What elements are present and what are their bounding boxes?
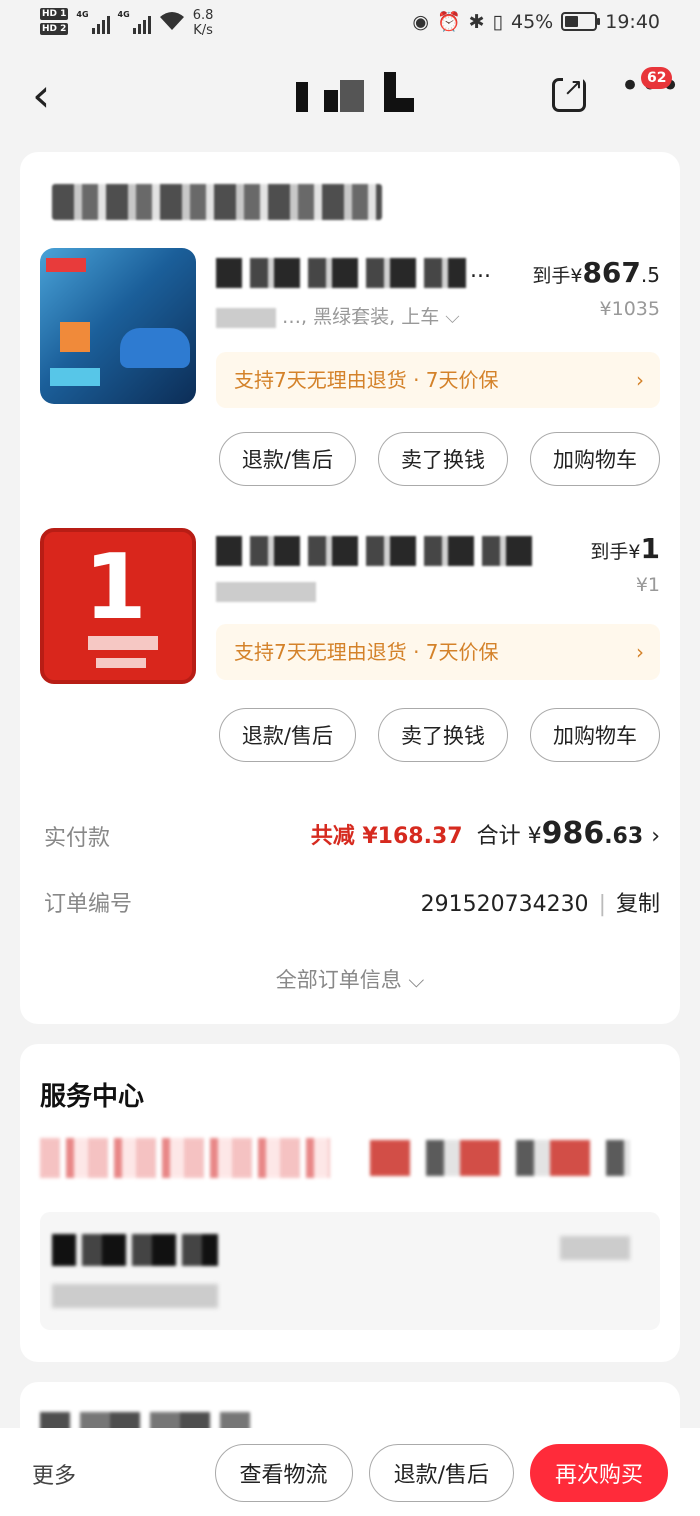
more-link[interactable]: 更多 <box>32 1458 76 1490</box>
copy-button[interactable]: 复制 <box>616 892 660 917</box>
store-name-redacted <box>52 184 382 220</box>
status-bar: HD 1 HD 2 4G 4G 6.8 K/s ◉ ⏰ ✱ ▯ 45% 19:4… <box>0 0 700 50</box>
refund-button[interactable]: 退款/售后 <box>218 708 356 762</box>
bottom-buttons: 查看物流 退款/售后 再次购买 <box>214 1444 668 1502</box>
chevron-right-icon: › <box>636 368 644 392</box>
service-entry[interactable] <box>40 1212 660 1330</box>
clock: 19:40 <box>605 10 660 33</box>
product-thumbnail[interactable] <box>40 248 196 404</box>
chevron-right-icon: › <box>636 640 644 664</box>
page-title-redacted <box>296 72 416 114</box>
discount-total: 共减 ¥168.37 <box>310 824 463 849</box>
bottom-action-bar: 更多 查看物流 退款/售后 再次购买 <box>0 1428 700 1516</box>
status-left: HD 1 HD 2 4G 4G 6.8 K/s <box>40 8 213 38</box>
service-center-card: 服务中心 <box>20 1044 680 1362</box>
refund-button[interactable]: 退款/售后 <box>368 1444 514 1502</box>
message-badge: 62 <box>641 67 673 89</box>
order-number-label: 订单编号 <box>44 892 133 917</box>
sim2-label: HD 2 <box>40 23 69 35</box>
service-info-redacted[interactable] <box>370 1140 630 1176</box>
nav-bar: ‹ ••• <box>0 60 700 136</box>
paid-label: 实付款 <box>44 826 111 851</box>
original-price: ¥1035 <box>599 298 660 320</box>
original-price: ¥1 <box>635 574 660 596</box>
wifi-icon <box>159 10 185 38</box>
rebuy-button[interactable]: 再次购买 <box>529 1444 668 1502</box>
product-thumbnail[interactable]: 1 <box>40 528 196 684</box>
resell-button[interactable]: 卖了换钱 <box>378 708 508 762</box>
battery-icon <box>561 12 601 31</box>
promise-banner[interactable]: 支持7天无理由退货 · 7天价保 › <box>216 352 660 408</box>
product-name-redacted[interactable] <box>216 536 536 566</box>
final-price: 到手¥867.5 <box>532 256 660 289</box>
battery-percent: 45% <box>511 10 554 33</box>
name-ellipsis: ... <box>470 258 491 283</box>
item-actions: 退款/售后 卖了换钱 加购物车 <box>218 708 660 762</box>
add-to-cart-button[interactable]: 加购物车 <box>530 432 660 486</box>
payment-total[interactable]: 共减 ¥168.37 合计 ¥986.63 › <box>311 816 660 851</box>
signal-2-icon: 4G <box>118 10 151 34</box>
final-price: 到手¥1 <box>590 532 660 565</box>
all-order-info-toggle[interactable]: 全部订单信息 ⌵ <box>20 964 680 994</box>
product-spec[interactable]: …, 黑绿套装, 上车 ⌵ <box>216 302 460 329</box>
eye-icon: ◉ <box>412 10 429 33</box>
bluetooth-icon: ✱ <box>468 10 485 33</box>
share-icon[interactable] <box>552 75 586 112</box>
refund-button[interactable]: 退款/售后 <box>218 432 356 486</box>
view-logistics-button[interactable]: 查看物流 <box>214 1444 353 1502</box>
back-chevron-icon[interactable]: ‹ <box>32 70 50 120</box>
promise-banner[interactable]: 支持7天无理由退货 · 7天价保 › <box>216 624 660 680</box>
payment-row[interactable]: 实付款 共减 ¥168.37 合计 ¥986.63 › <box>44 816 660 856</box>
service-info-redacted[interactable] <box>40 1138 330 1178</box>
signal-1-icon: 4G <box>76 10 110 34</box>
service-center-title: 服务中心 <box>40 1082 145 1112</box>
order-number-row: 订单编号 291520734230 | 复制 <box>44 884 660 924</box>
product-name-redacted[interactable] <box>216 258 466 288</box>
order-number: 291520734230 | 复制 <box>420 892 660 917</box>
status-right: ◉ ⏰ ✱ ▯ 45% 19:40 <box>412 10 660 34</box>
chevron-right-icon: › <box>651 824 660 849</box>
product-spec[interactable] <box>216 580 316 602</box>
resell-button[interactable]: 卖了换钱 <box>378 432 508 486</box>
sim-indicators: HD 1 HD 2 <box>40 8 69 35</box>
alarm-icon: ⏰ <box>436 11 461 33</box>
item-actions: 退款/售后 卖了换钱 加购物车 <box>218 432 660 486</box>
vibrate-icon: ▯ <box>492 10 503 33</box>
net-speed: 6.8 K/s <box>192 8 214 38</box>
add-to-cart-button[interactable]: 加购物车 <box>530 708 660 762</box>
sim1-label: HD 1 <box>40 8 69 20</box>
order-card: ... …, 黑绿套装, 上车 ⌵ 到手¥867.5 ¥1035 支持7天无理由… <box>20 152 680 1024</box>
